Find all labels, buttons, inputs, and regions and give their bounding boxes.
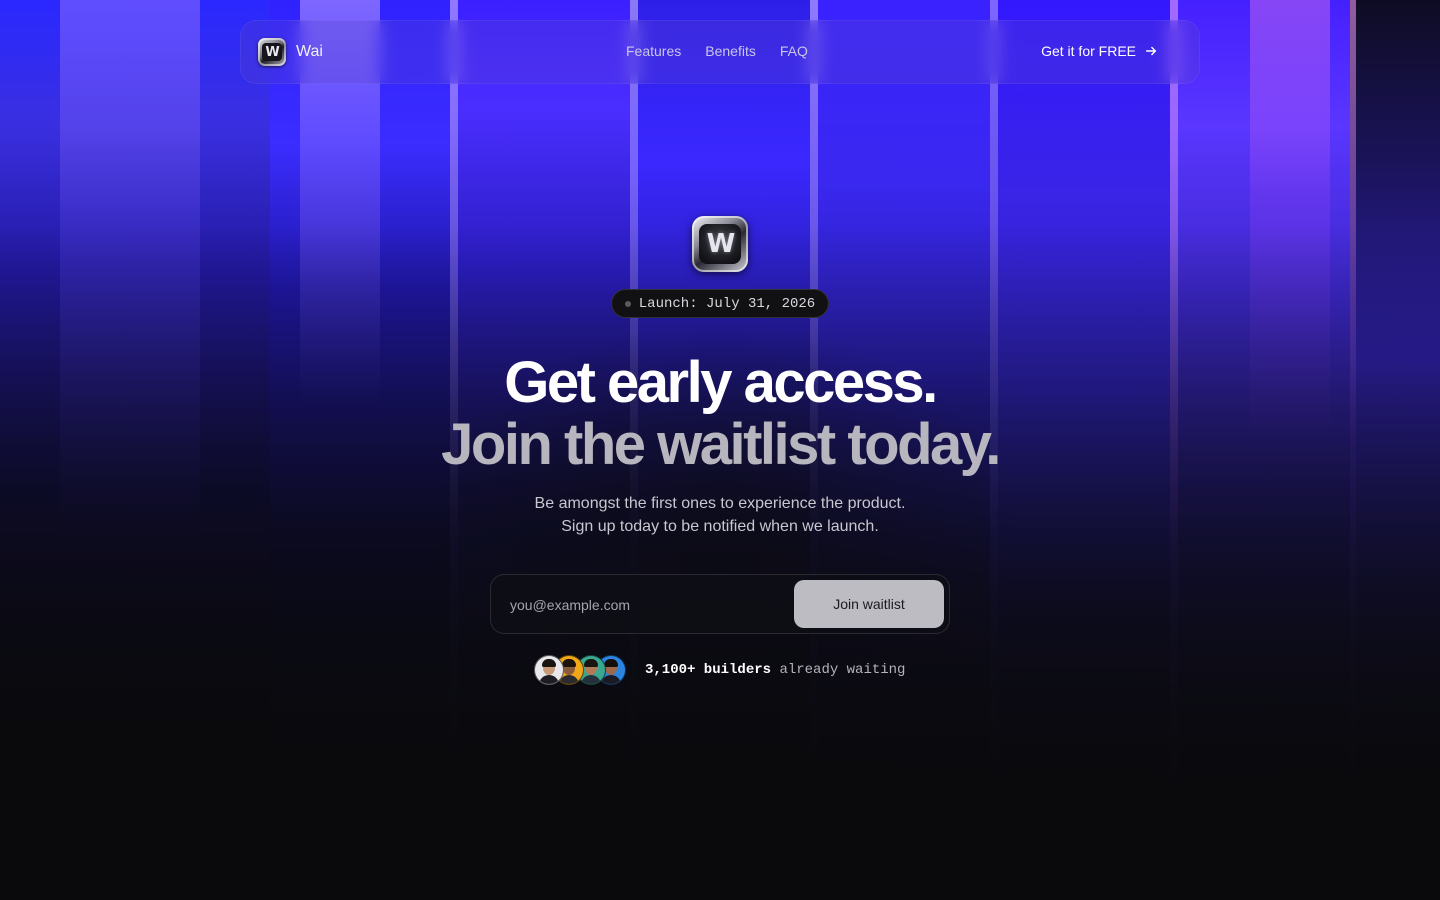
hero-title-line1: Get early access. [504, 350, 938, 415]
hero-subtitle-line1: Be amongst the first ones to experience … [534, 495, 906, 512]
waitlist-count-suffix: already waiting [779, 662, 906, 678]
avatar-stack [534, 655, 626, 685]
brand-name: Wai [296, 43, 323, 60]
waitlist-count-number: 3,100+ builders [645, 662, 772, 678]
waitlist-form: Join waitlist [490, 574, 950, 634]
status-dot-icon [624, 300, 631, 307]
top-navbar: W Wai Features Benefits FAQ Get it for F… [240, 20, 1200, 84]
app-logo-icon: W [258, 38, 286, 66]
hero-title-line2: Join the waitlist today. [441, 412, 1001, 477]
get-it-free-label: Get it for FREE [1041, 43, 1136, 59]
hero-app-icon: W [692, 216, 748, 272]
nav-link-features[interactable]: Features [626, 43, 681, 59]
brand-home-link[interactable]: W Wai [258, 38, 323, 66]
avatar [534, 655, 564, 685]
waitlist-count: 3,100+ builders already waiting [645, 662, 905, 678]
arrow-right-icon [1145, 46, 1157, 56]
launch-date-text: Launch: July 31, 2026 [638, 295, 816, 312]
nav-link-faq[interactable]: FAQ [780, 43, 808, 59]
email-input[interactable] [508, 592, 782, 618]
nav-links: Features Benefits FAQ [626, 43, 808, 59]
hero-subtitle: Be amongst the first ones to experience … [420, 492, 1020, 538]
hero-subtitle-line2: Sign up today to be notified when we lau… [561, 518, 879, 535]
social-proof: 3,100+ builders already waiting [534, 655, 905, 685]
launch-date-badge: Launch: July 31, 2026 [611, 289, 829, 318]
hero-title: Get early access. Join the waitlist toda… [320, 352, 1120, 476]
nav-link-benefits[interactable]: Benefits [705, 43, 756, 59]
join-waitlist-button[interactable]: Join waitlist [794, 580, 944, 628]
get-it-free-button[interactable]: Get it for FREE [1041, 43, 1158, 59]
